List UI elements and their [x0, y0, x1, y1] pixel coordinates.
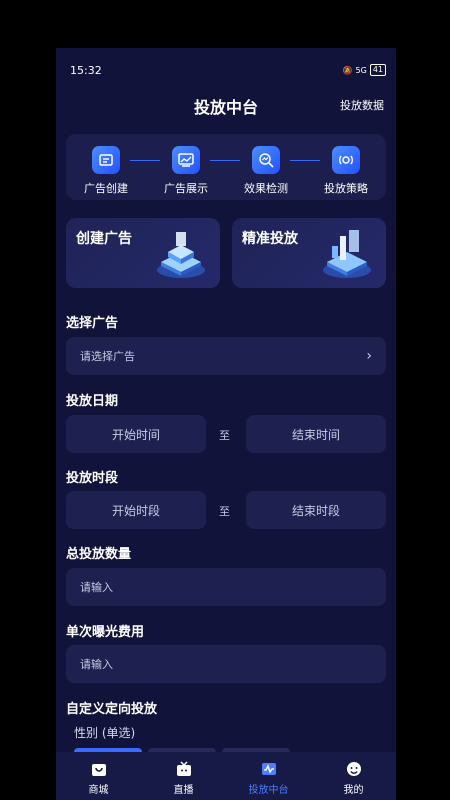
tab-label: 投放中台	[248, 785, 289, 796]
period-separator: 至	[219, 505, 230, 518]
app-screen: 15:32 🔕 5G 41 投放中台 投放数据 广告创建 广告展示 效果检测 投…	[56, 48, 396, 800]
status-bar: 15:32 🔕 5G 41	[56, 48, 396, 92]
live-tv-icon	[141, 760, 226, 778]
step-label: 广告展示	[164, 182, 208, 195]
status-time: 15:32	[70, 64, 102, 77]
status-icons: 🔕 5G 41	[343, 64, 386, 76]
date-end-placeholder: 结束时间	[291, 427, 340, 442]
tab-live[interactable]: 直播	[141, 752, 226, 800]
step-ad-display[interactable]: 广告展示	[156, 146, 216, 196]
create-ad-card[interactable]: 创建广告	[66, 218, 220, 288]
date-start-placeholder: 开始时间	[111, 427, 160, 442]
shop-bag-icon	[56, 760, 141, 778]
step-label: 投放策略	[324, 182, 368, 195]
select-ad-label: 选择广告	[66, 316, 119, 331]
exposure-cost-input[interactable]: 请输入	[66, 645, 386, 683]
step-effect-detect[interactable]: 效果检测	[236, 146, 296, 196]
create-ad-title: 创建广告	[76, 231, 132, 247]
total-quantity-input[interactable]: 请输入	[66, 568, 386, 606]
isometric-stack-icon	[157, 232, 205, 278]
steps-card: 广告创建 广告展示 效果检测 投放策略	[66, 134, 386, 200]
period-end-placeholder: 结束时段	[291, 503, 340, 518]
tab-label: 我的	[343, 785, 364, 796]
step-strategy[interactable]: 投放策略	[316, 146, 376, 196]
select-ad-field[interactable]: 请选择广告 ›	[66, 337, 386, 375]
strategy-icon	[332, 146, 360, 174]
effect-detect-icon	[252, 146, 280, 174]
step-ad-create[interactable]: 广告创建	[76, 146, 136, 196]
period-end-field[interactable]: 结束时段	[246, 491, 386, 529]
exposure-cost-placeholder: 请输入	[80, 658, 113, 671]
step-label: 效果检测	[244, 182, 288, 195]
network-label: 5G	[355, 65, 367, 75]
profile-icon	[311, 760, 396, 778]
exposure-cost-label: 单次曝光费用	[66, 625, 145, 640]
dashboard-icon	[226, 760, 311, 778]
tab-dashboard[interactable]: 投放中台	[226, 752, 311, 800]
date-separator: 至	[219, 429, 230, 442]
total-quantity-label: 总投放数量	[66, 547, 132, 562]
gender-label: 性别 (单选)	[74, 726, 136, 740]
precise-delivery-card[interactable]: 精准投放	[232, 218, 386, 288]
page-header: 投放中台 投放数据	[56, 92, 396, 122]
tab-label: 直播	[173, 785, 194, 796]
tab-label: 商城	[88, 785, 109, 796]
ad-create-icon	[92, 146, 120, 174]
delivery-period-label: 投放时段	[66, 471, 119, 486]
bottom-tab-bar: 商城 直播 投放中台 我的	[56, 752, 396, 800]
date-start-field[interactable]: 开始时间	[66, 415, 206, 453]
period-start-field[interactable]: 开始时段	[66, 491, 206, 529]
custom-targeting-label: 自定义定向投放	[66, 702, 158, 717]
date-end-field[interactable]: 结束时间	[246, 415, 386, 453]
period-start-placeholder: 开始时段	[111, 503, 160, 518]
step-label: 广告创建	[84, 182, 128, 195]
tab-profile[interactable]: 我的	[311, 752, 396, 800]
delivery-data-link[interactable]: 投放数据	[340, 97, 384, 113]
delivery-date-label: 投放日期	[66, 394, 119, 409]
select-ad-placeholder: 请选择广告	[80, 350, 135, 363]
isometric-platform-icon	[323, 230, 371, 278]
precise-delivery-title: 精准投放	[242, 231, 298, 247]
battery-icon: 41	[369, 64, 386, 76]
chevron-right-icon: ›	[366, 348, 372, 364]
mute-icon: 🔕	[342, 65, 353, 75]
ad-display-icon	[172, 146, 200, 174]
total-quantity-placeholder: 请输入	[80, 581, 113, 594]
tab-shop[interactable]: 商城	[56, 752, 141, 800]
